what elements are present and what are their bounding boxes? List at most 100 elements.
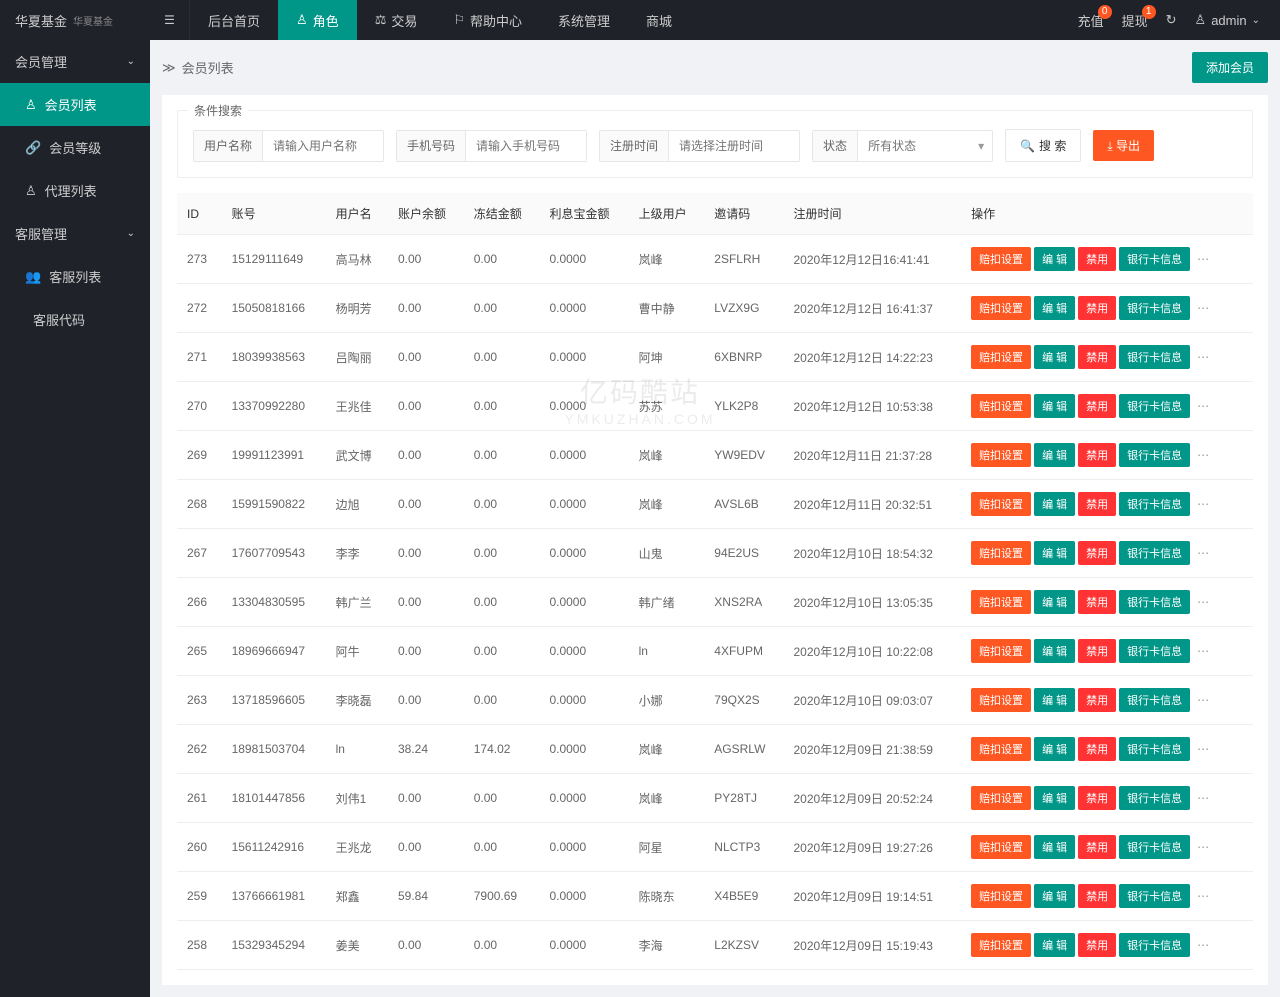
deduct-setting-button[interactable]: 赔扣设置 bbox=[971, 884, 1031, 908]
disable-button[interactable]: 禁用 bbox=[1078, 639, 1116, 663]
edit-button[interactable]: 编 辑 bbox=[1034, 933, 1075, 957]
edit-button[interactable]: 编 辑 bbox=[1034, 835, 1075, 859]
more-actions-icon[interactable]: ⋯ bbox=[1193, 889, 1213, 903]
disable-button[interactable]: 禁用 bbox=[1078, 345, 1116, 369]
edit-button[interactable]: 编 辑 bbox=[1034, 590, 1075, 614]
more-actions-icon[interactable]: ⋯ bbox=[1193, 693, 1213, 707]
edit-button[interactable]: 编 辑 bbox=[1034, 492, 1075, 516]
more-actions-icon[interactable]: ⋯ bbox=[1193, 742, 1213, 756]
deduct-setting-button[interactable]: 赔扣设置 bbox=[971, 639, 1031, 663]
bankcard-button[interactable]: 银行卡信息 bbox=[1119, 835, 1190, 859]
deduct-setting-button[interactable]: 赔扣设置 bbox=[971, 688, 1031, 712]
deduct-setting-button[interactable]: 赔扣设置 bbox=[971, 345, 1031, 369]
recharge-link[interactable]: 充值 0 bbox=[1078, 11, 1104, 30]
user-menu[interactable]: ♙ admin ⌄ bbox=[1195, 12, 1260, 28]
bankcard-button[interactable]: 银行卡信息 bbox=[1119, 247, 1190, 271]
nav-tab-0[interactable]: 后台首页 bbox=[190, 0, 278, 40]
more-actions-icon[interactable]: ⋯ bbox=[1193, 399, 1213, 413]
search-button[interactable]: 🔍 搜 索 bbox=[1005, 129, 1081, 162]
sidebar-item-0-2[interactable]: ♙代理列表 bbox=[0, 169, 150, 212]
edit-button[interactable]: 编 辑 bbox=[1034, 884, 1075, 908]
deduct-setting-button[interactable]: 赔扣设置 bbox=[971, 394, 1031, 418]
disable-button[interactable]: 禁用 bbox=[1078, 884, 1116, 908]
edit-button[interactable]: 编 辑 bbox=[1034, 541, 1075, 565]
more-actions-icon[interactable]: ⋯ bbox=[1193, 546, 1213, 560]
bankcard-button[interactable]: 银行卡信息 bbox=[1119, 394, 1190, 418]
bankcard-button[interactable]: 银行卡信息 bbox=[1119, 737, 1190, 761]
status-select[interactable] bbox=[858, 131, 978, 161]
sidebar-item-1-0[interactable]: 👥客服列表 bbox=[0, 255, 150, 298]
nav-tab-3[interactable]: ⚐帮助中心 bbox=[435, 0, 540, 40]
export-button[interactable]: ⤓ 导出 bbox=[1093, 130, 1154, 161]
bankcard-button[interactable]: 银行卡信息 bbox=[1119, 296, 1190, 320]
bankcard-button[interactable]: 银行卡信息 bbox=[1119, 443, 1190, 467]
more-actions-icon[interactable]: ⋯ bbox=[1193, 301, 1213, 315]
nav-tab-2[interactable]: ⚖交易 bbox=[357, 0, 436, 40]
menu-toggle-icon[interactable]: ☰ bbox=[150, 0, 190, 40]
nav-tab-4[interactable]: 系统管理 bbox=[540, 0, 628, 40]
more-actions-icon[interactable]: ⋯ bbox=[1193, 350, 1213, 364]
sidebar-item-1-1[interactable]: 客服代码 bbox=[0, 298, 150, 341]
bankcard-button[interactable]: 银行卡信息 bbox=[1119, 688, 1190, 712]
edit-button[interactable]: 编 辑 bbox=[1034, 394, 1075, 418]
deduct-setting-button[interactable]: 赔扣设置 bbox=[971, 296, 1031, 320]
more-actions-icon[interactable]: ⋯ bbox=[1193, 252, 1213, 266]
disable-button[interactable]: 禁用 bbox=[1078, 590, 1116, 614]
bankcard-button[interactable]: 银行卡信息 bbox=[1119, 492, 1190, 516]
disable-button[interactable]: 禁用 bbox=[1078, 443, 1116, 467]
deduct-setting-button[interactable]: 赔扣设置 bbox=[971, 786, 1031, 810]
bankcard-button[interactable]: 银行卡信息 bbox=[1119, 541, 1190, 565]
nav-tab-1[interactable]: ♙角色 bbox=[278, 0, 357, 40]
edit-button[interactable]: 编 辑 bbox=[1034, 443, 1075, 467]
refresh-icon[interactable]: ↻ bbox=[1166, 12, 1177, 28]
bankcard-button[interactable]: 银行卡信息 bbox=[1119, 884, 1190, 908]
deduct-setting-button[interactable]: 赔扣设置 bbox=[971, 492, 1031, 516]
bankcard-button[interactable]: 银行卡信息 bbox=[1119, 639, 1190, 663]
bankcard-button[interactable]: 银行卡信息 bbox=[1119, 786, 1190, 810]
disable-button[interactable]: 禁用 bbox=[1078, 933, 1116, 957]
bankcard-button[interactable]: 银行卡信息 bbox=[1119, 933, 1190, 957]
deduct-setting-button[interactable]: 赔扣设置 bbox=[971, 835, 1031, 859]
more-actions-icon[interactable]: ⋯ bbox=[1193, 497, 1213, 511]
edit-button[interactable]: 编 辑 bbox=[1034, 296, 1075, 320]
disable-button[interactable]: 禁用 bbox=[1078, 541, 1116, 565]
disable-button[interactable]: 禁用 bbox=[1078, 247, 1116, 271]
deduct-setting-button[interactable]: 赔扣设置 bbox=[971, 443, 1031, 467]
more-actions-icon[interactable]: ⋯ bbox=[1193, 644, 1213, 658]
more-actions-icon[interactable]: ⋯ bbox=[1193, 840, 1213, 854]
add-member-button[interactable]: 添加会员 bbox=[1192, 52, 1268, 83]
edit-button[interactable]: 编 辑 bbox=[1034, 688, 1075, 712]
edit-button[interactable]: 编 辑 bbox=[1034, 639, 1075, 663]
more-actions-icon[interactable]: ⋯ bbox=[1193, 595, 1213, 609]
bankcard-button[interactable]: 银行卡信息 bbox=[1119, 590, 1190, 614]
regtime-input[interactable] bbox=[669, 131, 799, 161]
disable-button[interactable]: 禁用 bbox=[1078, 492, 1116, 516]
disable-button[interactable]: 禁用 bbox=[1078, 296, 1116, 320]
disable-button[interactable]: 禁用 bbox=[1078, 394, 1116, 418]
edit-button[interactable]: 编 辑 bbox=[1034, 786, 1075, 810]
more-actions-icon[interactable]: ⋯ bbox=[1193, 938, 1213, 952]
bankcard-button[interactable]: 银行卡信息 bbox=[1119, 345, 1190, 369]
edit-button[interactable]: 编 辑 bbox=[1034, 345, 1075, 369]
deduct-setting-button[interactable]: 赔扣设置 bbox=[971, 590, 1031, 614]
deduct-setting-button[interactable]: 赔扣设置 bbox=[971, 933, 1031, 957]
withdraw-link[interactable]: 提现 1 bbox=[1122, 11, 1148, 30]
deduct-setting-button[interactable]: 赔扣设置 bbox=[971, 541, 1031, 565]
edit-button[interactable]: 编 辑 bbox=[1034, 247, 1075, 271]
disable-button[interactable]: 禁用 bbox=[1078, 835, 1116, 859]
more-actions-icon[interactable]: ⋯ bbox=[1193, 791, 1213, 805]
disable-button[interactable]: 禁用 bbox=[1078, 786, 1116, 810]
sidebar-item-0-0[interactable]: ♙会员列表 bbox=[0, 83, 150, 126]
phone-input[interactable] bbox=[466, 131, 586, 161]
username-input[interactable] bbox=[263, 131, 383, 161]
deduct-setting-button[interactable]: 赔扣设置 bbox=[971, 737, 1031, 761]
edit-button[interactable]: 编 辑 bbox=[1034, 737, 1075, 761]
more-actions-icon[interactable]: ⋯ bbox=[1193, 448, 1213, 462]
disable-button[interactable]: 禁用 bbox=[1078, 737, 1116, 761]
sidebar-group-1[interactable]: 客服管理⌄ bbox=[0, 212, 150, 255]
nav-tab-5[interactable]: 商城 bbox=[628, 0, 690, 40]
sidebar-group-0[interactable]: 会员管理⌄ bbox=[0, 40, 150, 83]
deduct-setting-button[interactable]: 赔扣设置 bbox=[971, 247, 1031, 271]
disable-button[interactable]: 禁用 bbox=[1078, 688, 1116, 712]
sidebar-item-0-1[interactable]: 🔗会员等级 bbox=[0, 126, 150, 169]
